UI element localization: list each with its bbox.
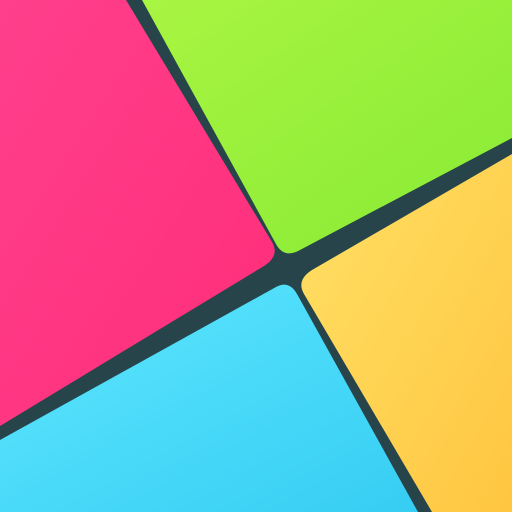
color-tiles-canvas [0, 0, 512, 512]
